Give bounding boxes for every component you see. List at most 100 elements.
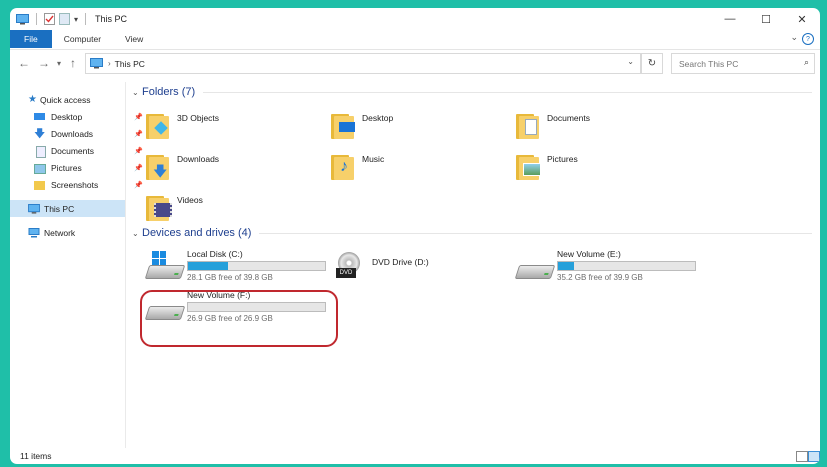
back-arrow-icon[interactable]: ←: [18, 56, 30, 70]
this-pc-icon: [90, 58, 103, 69]
address-row: ← → ▾ ↑ › This PC ⌄ ↻ ⌕: [10, 49, 820, 76]
folder-label: Videos: [177, 195, 203, 205]
minimize-button[interactable]: —: [712, 8, 748, 30]
devices-group-title: Devices and drives (4): [142, 227, 252, 239]
up-arrow-icon[interactable]: ↑: [70, 56, 76, 70]
desktop-icon: [34, 112, 46, 122]
drive-label: DVD Drive (D:): [372, 257, 429, 267]
music-folder-icon: ♪: [330, 151, 356, 181]
nav-label: Documents: [51, 145, 94, 156]
search-icon[interactable]: ⌕: [804, 57, 809, 68]
folder-desktop[interactable]: Desktop: [330, 110, 510, 146]
close-button[interactable]: ✕: [784, 8, 820, 30]
folder-music[interactable]: ♪ Music: [330, 151, 510, 187]
documents-folder-icon: [515, 110, 541, 140]
nav-label: Downloads: [51, 128, 94, 139]
drive-free-space: 35.2 GB free of 39.9 GB: [557, 273, 643, 282]
breadcrumb-chevron-icon[interactable]: ›: [108, 59, 111, 68]
expand-ribbon-icon[interactable]: ⌄: [790, 32, 798, 43]
address-bar[interactable]: › This PC ⌄: [85, 53, 641, 74]
customize-toolbar-icon[interactable]: ▾: [74, 15, 78, 24]
tab-file[interactable]: File: [10, 30, 52, 48]
drive-usage-bar: [557, 261, 696, 271]
nav-network[interactable]: Network: [10, 224, 143, 241]
folders-group-title: Folders (7): [142, 86, 196, 98]
3d-objects-folder-icon: [145, 110, 171, 140]
drive-dvd-d[interactable]: DVD DVD Drive (D:): [332, 249, 532, 287]
tiles-view-icon[interactable]: [808, 451, 820, 462]
folder-downloads[interactable]: 🡇 Downloads: [145, 151, 325, 187]
group-divider: [259, 232, 812, 234]
nav-label: This PC: [44, 203, 75, 214]
network-icon: [28, 227, 40, 237]
search-box[interactable]: ⌕: [671, 53, 815, 74]
videos-folder-icon: [145, 192, 172, 222]
folder-videos[interactable]: Videos: [145, 192, 325, 228]
file-explorer-window: ▾ This PC — ☐ ✕ File Computer View ⌄ ? ←…: [10, 8, 820, 464]
quick-access-toolbar: ▾: [10, 13, 89, 25]
folder-icon: [34, 180, 46, 190]
download-arrow-icon: 🡇: [34, 127, 46, 140]
toolbar-separator: [85, 13, 87, 25]
folder-documents[interactable]: Documents: [515, 110, 695, 146]
collapse-chevron-icon[interactable]: ⌄: [132, 88, 142, 97]
refresh-button[interactable]: ↻: [641, 53, 663, 74]
folder-pictures[interactable]: Pictures: [515, 151, 695, 187]
drive-usage-fill: [188, 262, 228, 270]
maximize-icon: ☐: [761, 13, 771, 26]
drive-local-disk-c[interactable]: Local Disk (C:) 28.1 GB free of 39.8 GB: [142, 249, 342, 287]
nav-label: Desktop: [51, 111, 83, 122]
navigation-pane: ★ Quick access Desktop 📌 🡇 Downloads 📌 D…: [10, 82, 143, 448]
pictures-folder-icon: [515, 151, 541, 181]
nav-label: Screenshots: [51, 179, 99, 190]
properties-icon[interactable]: [44, 13, 55, 25]
refresh-icon: ↻: [647, 58, 657, 69]
content-pane: ⌄ Folders (7) 3D Objects Desktop Documen…: [127, 82, 820, 448]
new-folder-icon[interactable]: [59, 13, 70, 25]
help-button[interactable]: ?: [802, 33, 814, 45]
nav-this-pc[interactable]: This PC: [10, 200, 125, 217]
folder-label: Documents: [547, 113, 590, 123]
item-count: 11 items: [20, 451, 52, 461]
toolbar-separator: [36, 13, 37, 25]
search-input[interactable]: [677, 57, 801, 70]
drive-label: Local Disk (C:): [187, 249, 243, 259]
tab-view[interactable]: View: [113, 30, 155, 48]
folder-label: Desktop: [362, 113, 394, 123]
folders-group-header[interactable]: ⌄ Folders (7): [132, 86, 812, 98]
close-icon: ✕: [797, 13, 807, 26]
drive-free-space: 28.1 GB free of 39.8 GB: [187, 273, 273, 282]
this-pc-icon: [28, 203, 40, 214]
documents-icon: [34, 145, 46, 158]
star-icon: ★: [28, 94, 37, 105]
group-divider: [203, 91, 812, 93]
details-view-icon[interactable]: [796, 451, 808, 462]
title-bar: ▾ This PC — ☐ ✕: [10, 8, 820, 30]
folder-label: Pictures: [547, 154, 578, 164]
nav-quick-access[interactable]: ★ Quick access: [10, 91, 143, 108]
breadcrumb-this-pc[interactable]: This PC: [115, 59, 145, 69]
folder-label: Music: [362, 154, 385, 164]
maximize-button[interactable]: ☐: [748, 8, 784, 30]
window-title: This PC: [95, 14, 128, 24]
tab-computer[interactable]: Computer: [52, 30, 113, 48]
desktop-folder-icon: [330, 110, 356, 140]
folder-3d-objects[interactable]: 3D Objects: [145, 110, 325, 146]
status-bar: 11 items: [10, 448, 820, 464]
drive-usage-fill: [558, 262, 575, 270]
devices-group-header[interactable]: ⌄ Devices and drives (4): [132, 227, 812, 239]
address-dropdown-icon[interactable]: ⌄: [627, 57, 634, 66]
drive-usage-bar: [187, 261, 326, 271]
downloads-folder-icon: 🡇: [145, 151, 171, 181]
folder-label: Downloads: [177, 154, 220, 164]
forward-arrow-icon[interactable]: →: [38, 56, 50, 70]
this-pc-icon: [16, 13, 29, 24]
folder-label: 3D Objects: [177, 113, 220, 123]
nav-label: Quick access: [39, 94, 91, 105]
minimize-icon: —: [724, 13, 736, 25]
nav-label: Network: [44, 227, 76, 238]
highlight-annotation: [140, 290, 338, 347]
collapse-chevron-icon[interactable]: ⌄: [132, 229, 142, 238]
recent-locations-icon[interactable]: ▾: [57, 59, 61, 68]
drive-new-volume-e[interactable]: New Volume (E:) 35.2 GB free of 39.9 GB: [512, 249, 712, 287]
